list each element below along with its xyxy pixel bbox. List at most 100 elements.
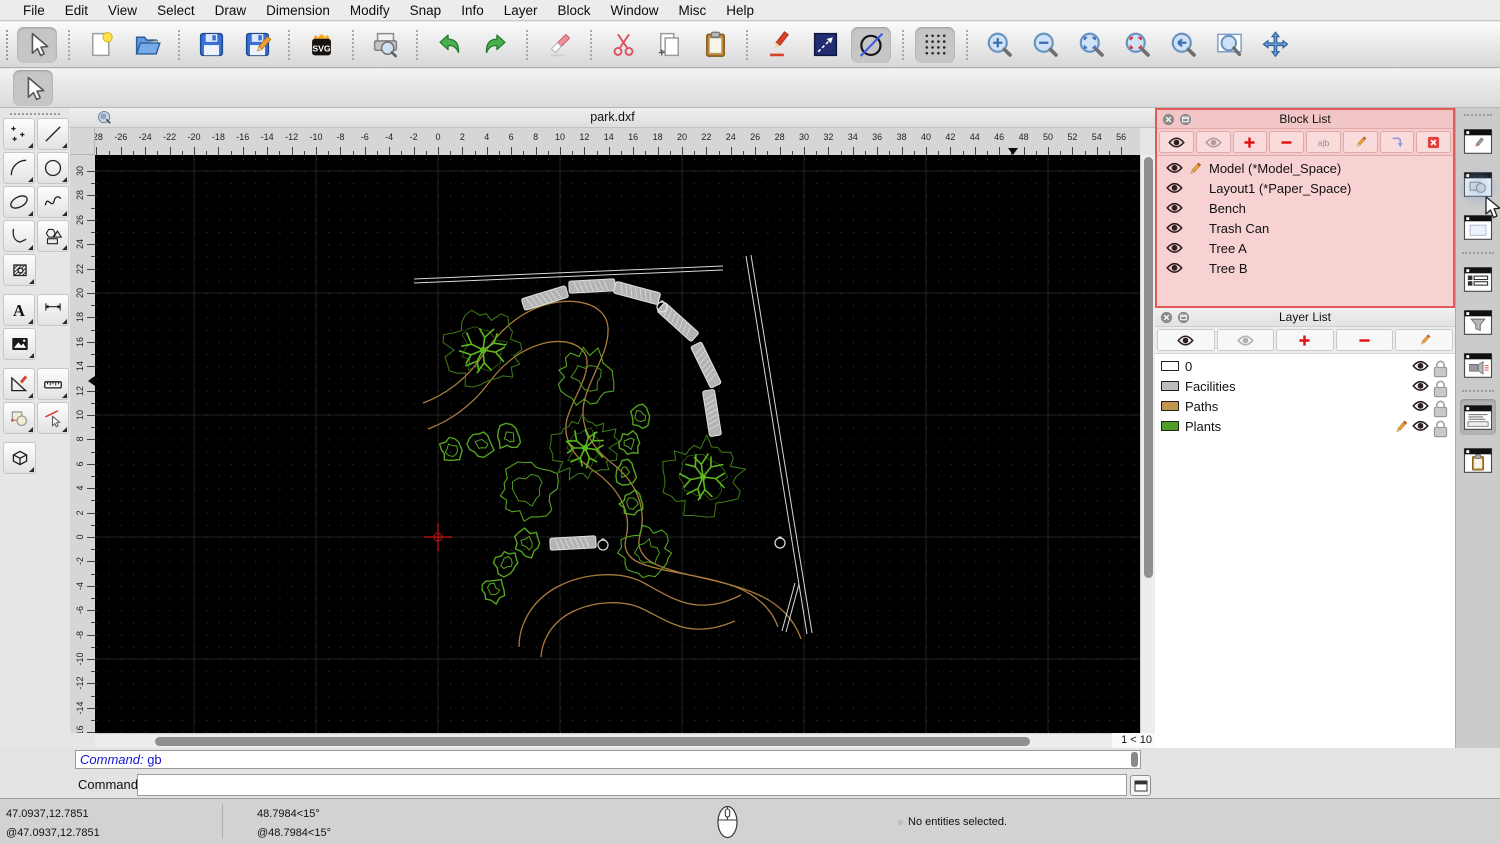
layer-row[interactable]: 0 (1155, 356, 1455, 377)
dock-pen-widget-button[interactable] (1460, 123, 1496, 159)
tool-measure-button[interactable] (37, 368, 69, 400)
drawing-canvas[interactable] (95, 155, 1140, 733)
float-panel-icon[interactable] (1179, 113, 1192, 126)
layer-minus-button[interactable] (1335, 329, 1394, 351)
save-as-button[interactable] (237, 27, 277, 63)
visibility-eye-icon[interactable] (1166, 261, 1183, 276)
visibility-eye-icon[interactable] (1166, 221, 1183, 236)
block-pencil-button[interactable] (1342, 131, 1378, 153)
palette-drag-handle[interactable] (10, 113, 60, 115)
layer-row[interactable]: Plants (1155, 416, 1455, 437)
selection-pointer-button[interactable] (13, 70, 53, 106)
command-history[interactable]: Command: gb (75, 750, 1141, 769)
menu-help[interactable]: Help (716, 3, 764, 18)
layer-eye-faded-button[interactable] (1216, 329, 1275, 351)
zoom-window-button[interactable] (1209, 27, 1249, 63)
visibility-eye-icon[interactable] (1166, 241, 1183, 256)
block-eye-button[interactable] (1159, 131, 1194, 153)
menu-view[interactable]: View (98, 3, 147, 18)
zoom-auto-button[interactable] (1071, 27, 1111, 63)
command-options-button[interactable] (1130, 775, 1151, 796)
layer-row[interactable]: Paths (1155, 396, 1455, 417)
block-minus-button[interactable] (1269, 131, 1304, 153)
save-button[interactable] (191, 27, 231, 63)
tool-dim-button[interactable] (37, 294, 69, 326)
tool-arc-button[interactable] (3, 152, 35, 184)
lock-icon[interactable] (1432, 379, 1449, 397)
menu-file[interactable]: File (13, 3, 55, 18)
layer-eye-button[interactable] (1157, 329, 1215, 351)
menu-edit[interactable]: Edit (55, 3, 98, 18)
tool-line-button[interactable] (37, 118, 69, 150)
menu-snap[interactable]: Snap (400, 3, 452, 18)
tool-ellipse-button[interactable] (3, 186, 35, 218)
block-rename-ab-button[interactable]: a|b (1306, 131, 1341, 153)
menu-select[interactable]: Select (147, 3, 205, 18)
menu-window[interactable]: Window (601, 3, 669, 18)
lock-icon[interactable] (1432, 419, 1449, 437)
select-arrow-button[interactable] (17, 26, 57, 63)
block-row[interactable]: Layout1 (*Paper_Space) (1157, 178, 1453, 198)
visibility-eye-icon[interactable] (1166, 181, 1183, 196)
visibility-eye-icon[interactable] (1412, 379, 1429, 394)
draft-mode-button[interactable] (851, 26, 891, 63)
zoom-selection-button[interactable] (1117, 27, 1157, 63)
copy-button[interactable] (649, 27, 689, 63)
open-file-button[interactable] (127, 27, 167, 63)
zoom-pan-button[interactable] (1255, 27, 1295, 63)
new-document-button[interactable] (81, 27, 121, 63)
dock-filter-widget-button[interactable] (1460, 304, 1496, 340)
visibility-eye-icon[interactable] (1412, 399, 1429, 414)
visibility-eye-icon[interactable] (1412, 419, 1429, 434)
block-x-box-button[interactable] (1416, 131, 1451, 153)
menu-block[interactable]: Block (548, 3, 601, 18)
visibility-eye-icon[interactable] (1412, 359, 1429, 374)
zoom-out-button[interactable] (1025, 27, 1065, 63)
tool-spline-button[interactable] (37, 186, 69, 218)
close-icon[interactable] (1162, 113, 1175, 126)
float-panel-icon[interactable] (1177, 311, 1190, 324)
menu-draw[interactable]: Draw (205, 3, 257, 18)
tool-image-button[interactable] (3, 328, 36, 360)
delete-entities-button[interactable] (539, 27, 579, 63)
tool-order-button[interactable] (3, 402, 35, 434)
layer-pencil-button[interactable] (1395, 329, 1453, 351)
dock-explode-widget-button[interactable] (1460, 347, 1496, 383)
cut-button[interactable] (603, 27, 643, 63)
menu-layer[interactable]: Layer (494, 3, 548, 18)
tool-text-button[interactable]: A (3, 294, 35, 326)
toolbar-drag-handle[interactable] (6, 29, 8, 60)
visibility-eye-icon[interactable] (1166, 201, 1183, 216)
tool-3d-button[interactable] (3, 442, 36, 474)
print-preview-button[interactable] (365, 27, 405, 63)
menu-misc[interactable]: Misc (669, 3, 717, 18)
horizontal-scrollbar[interactable] (95, 733, 1112, 748)
block-row[interactable]: Model (*Model_Space) (1157, 158, 1453, 178)
tool-shape-button[interactable] (37, 220, 69, 252)
redo-button[interactable] (475, 27, 515, 63)
block-row[interactable]: Tree A (1157, 238, 1453, 258)
zoom-in-button[interactable] (979, 27, 1019, 63)
tool-circle-button[interactable] (37, 152, 69, 184)
tool-deselect-button[interactable] (37, 402, 69, 434)
export-svg-button[interactable]: SVG (301, 27, 341, 63)
paste-button[interactable] (695, 27, 735, 63)
attributes-pen-button[interactable] (759, 27, 799, 63)
dock-list-widget-button[interactable] (1460, 261, 1496, 297)
tool-polyline-button[interactable] (3, 220, 35, 252)
visibility-eye-icon[interactable] (1166, 161, 1183, 176)
block-plus-button[interactable] (1232, 131, 1268, 153)
layer-row[interactable]: Facilities (1155, 376, 1455, 397)
tool-modify-button[interactable] (3, 368, 35, 400)
vertical-scroll-thumb[interactable] (1144, 157, 1153, 578)
block-row[interactable]: Trash Can (1157, 218, 1453, 238)
layer-plus-button[interactable] (1276, 329, 1334, 351)
document-tab-bar[interactable]: park.dxf (70, 108, 1155, 128)
menu-info[interactable]: Info (451, 3, 494, 18)
undo-button[interactable] (429, 27, 469, 63)
grid-toggle-button[interactable] (915, 26, 955, 63)
lock-icon[interactable] (1432, 399, 1449, 417)
tool-point-button[interactable] (3, 118, 35, 150)
line-attributes-button[interactable] (805, 27, 845, 63)
lock-icon[interactable] (1432, 359, 1449, 377)
